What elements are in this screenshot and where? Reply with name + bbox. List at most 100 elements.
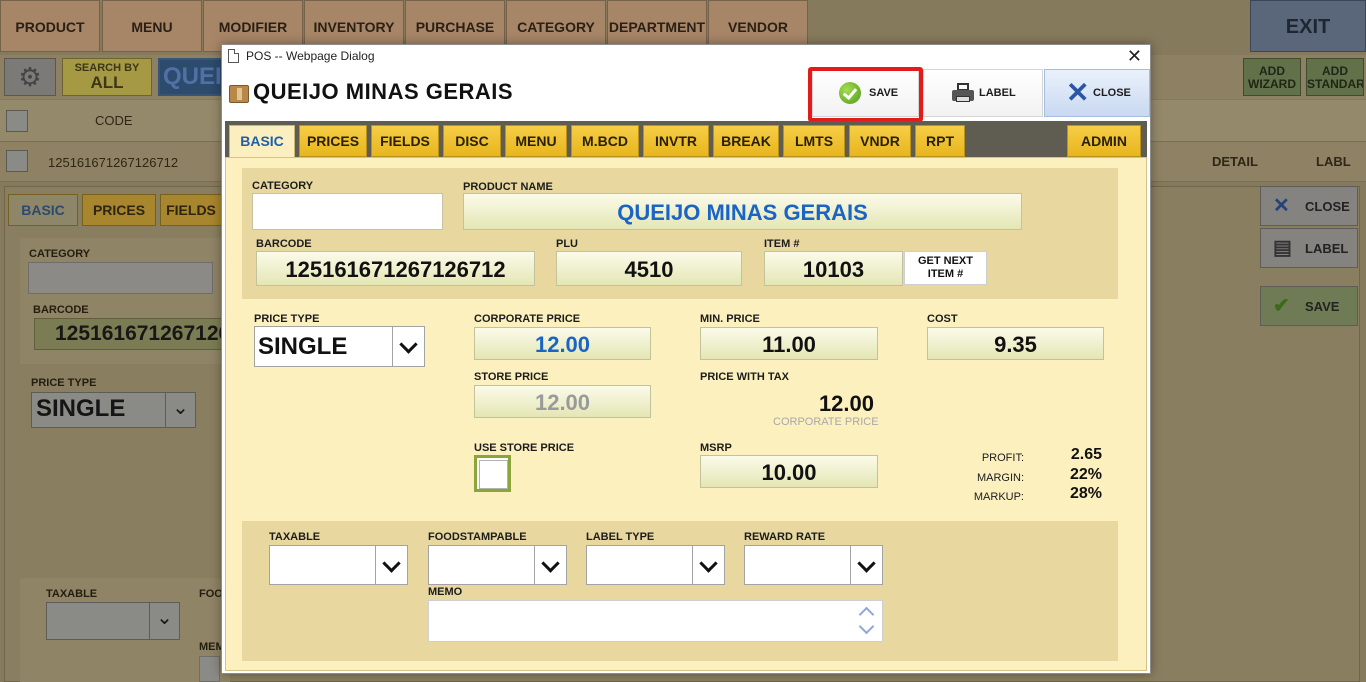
chevron-down-icon[interactable] — [858, 618, 875, 635]
product-box-icon — [229, 85, 249, 103]
tab-vndr[interactable]: VNDR — [849, 125, 911, 157]
label-button[interactable]: LABL — [1316, 154, 1351, 169]
taxable-label: TAXABLE — [269, 531, 321, 543]
foodstampable-select[interactable] — [428, 545, 567, 585]
taxable-label: TAXABLE — [46, 588, 98, 600]
label-button-label: LABEL — [979, 87, 1016, 99]
plu-input[interactable]: 4510 — [556, 251, 742, 286]
barcode-input[interactable]: 125161671267126712 — [256, 251, 535, 286]
tab-admin[interactable]: ADMIN — [1067, 125, 1141, 157]
checkmark-icon: ✔ — [1273, 295, 1290, 317]
column-header-code: CODE — [95, 113, 133, 128]
taxable-select[interactable]: ⌄ — [46, 602, 180, 640]
tab-menu[interactable]: MENU — [505, 125, 567, 157]
label-button[interactable]: LABEL — [923, 69, 1043, 117]
chevron-down-icon: ⌄ — [165, 393, 195, 427]
price-type-value: SINGLE — [36, 395, 126, 422]
search-by-button[interactable]: SEARCH BY ALL — [62, 58, 152, 96]
memo-input[interactable] — [428, 600, 883, 642]
close-icon: ✕ — [1273, 195, 1290, 217]
tab-disc[interactable]: DISC — [443, 125, 501, 157]
taxable-select[interactable] — [269, 545, 408, 585]
price-type-select[interactable]: SINGLE — [254, 326, 425, 367]
add-standard-button[interactable]: ADD STANDARD — [1306, 58, 1364, 96]
close-button-label: CLOSE — [1093, 87, 1131, 99]
corporate-price-label: CORPORATE PRICE — [474, 313, 581, 325]
detail-button[interactable]: DETAIL — [1212, 154, 1258, 169]
use-store-price-checkbox[interactable] — [474, 455, 511, 492]
msrp-label: MSRP — [700, 442, 732, 454]
search-input[interactable]: QUEIJO — [158, 58, 228, 96]
select-all-checkbox[interactable] — [6, 110, 28, 132]
dialog-titlebar: POS -- Webpage Dialog ✕ — [222, 45, 1150, 69]
memo-scroll[interactable] — [858, 605, 876, 635]
tab-prices[interactable]: PRICES — [299, 125, 367, 157]
profit-value: 2.65 — [1070, 446, 1102, 463]
store-price-input[interactable]: 12.00 — [474, 385, 651, 418]
save-button-label: SAVE — [869, 87, 899, 99]
msrp-input[interactable]: 10.00 — [700, 455, 878, 488]
product-dialog: POS -- Webpage Dialog ✕ QUEIJO MINAS GER… — [221, 44, 1151, 674]
tab-fields[interactable]: FIELDS — [160, 194, 222, 226]
reward-rate-select[interactable] — [744, 545, 883, 585]
price-with-tax-sub: CORPORATE PRICE — [773, 416, 879, 428]
add-wizard-button[interactable]: ADD WIZARD — [1243, 58, 1301, 96]
dialog-close-icon[interactable]: ✕ — [1127, 46, 1142, 66]
save-side-button[interactable]: ✔ SAVE — [1260, 286, 1358, 326]
chevron-down-icon — [534, 546, 566, 584]
memo-label: MEMO — [428, 586, 463, 598]
tab-basic[interactable]: BASIC — [8, 194, 78, 226]
chevron-down-icon — [692, 546, 724, 584]
close-button[interactable]: ✕ CLOSE — [1044, 69, 1150, 117]
use-store-price-label: USE STORE PRICE — [474, 442, 575, 454]
price-type-label: PRICE TYPE — [254, 313, 320, 325]
tab-prices[interactable]: PRICES — [82, 194, 156, 226]
chevron-down-icon — [375, 546, 407, 584]
row-code: 125161671267126712 — [48, 155, 179, 170]
printer-icon: ▤ — [1273, 237, 1292, 259]
barcode-label: BARCODE — [256, 238, 312, 250]
tab-rpt[interactable]: RPT — [915, 125, 965, 157]
row-checkbox[interactable] — [6, 150, 28, 172]
exit-button[interactable]: EXIT — [1250, 0, 1366, 52]
foodstampable-label: FOODSTAMPABLE — [428, 531, 527, 543]
barcode-input[interactable]: 125161671267126712 — [34, 318, 224, 350]
min-price-input[interactable]: 11.00 — [700, 327, 878, 360]
gear-icon[interactable]: ⚙ — [4, 58, 56, 96]
get-next-item-button[interactable]: GET NEXT ITEM # — [904, 251, 987, 285]
category-input[interactable] — [252, 193, 443, 230]
product-title: QUEIJO MINAS GERAIS — [253, 79, 514, 104]
margin-value: 22% — [1069, 466, 1102, 483]
tab-basic[interactable]: BASIC — [229, 125, 295, 159]
corporate-price-input[interactable]: 12.00 — [474, 327, 651, 360]
tab-break[interactable]: BREAK — [713, 125, 779, 157]
product-name-input[interactable]: QUEIJO MINAS GERAIS — [463, 193, 1022, 230]
markup-label: MARKUP: — [973, 491, 1024, 503]
category-input[interactable] — [28, 262, 213, 294]
cost-input[interactable]: 9.35 — [927, 327, 1104, 360]
label-side-label: LABEL — [1305, 241, 1349, 256]
product-name-label: PRODUCT NAME — [463, 181, 553, 193]
tab-mbcd[interactable]: M.BCD — [571, 125, 639, 157]
checkmark-icon — [839, 82, 861, 104]
document-icon — [228, 49, 239, 63]
chevron-down-icon — [850, 546, 882, 584]
tab-fields[interactable]: FIELDS — [371, 125, 439, 157]
memo-input[interactable] — [199, 656, 220, 682]
barcode-label: BARCODE — [33, 304, 89, 316]
tab-invtr[interactable]: INVTR — [643, 125, 709, 157]
item-number-input[interactable]: 10103 — [764, 251, 903, 286]
label-type-select[interactable] — [586, 545, 725, 585]
profit-label: PROFIT: — [981, 452, 1024, 464]
price-type-label: PRICE TYPE — [31, 377, 97, 389]
price-type-select[interactable]: SINGLE ⌄ — [31, 392, 196, 428]
close-side-button[interactable]: ✕ CLOSE — [1260, 186, 1358, 226]
nav-product[interactable]: PRODUCT — [0, 0, 100, 52]
tab-lmts[interactable]: LMTS — [783, 125, 845, 157]
min-price-label: MIN. PRICE — [700, 313, 760, 325]
label-side-button[interactable]: ▤ LABEL — [1260, 228, 1358, 268]
close-side-label: CLOSE — [1305, 199, 1350, 214]
save-button[interactable]: SAVE — [812, 69, 919, 117]
margin-label: MARGIN: — [976, 472, 1024, 484]
nav-menu[interactable]: MENU — [102, 0, 202, 52]
